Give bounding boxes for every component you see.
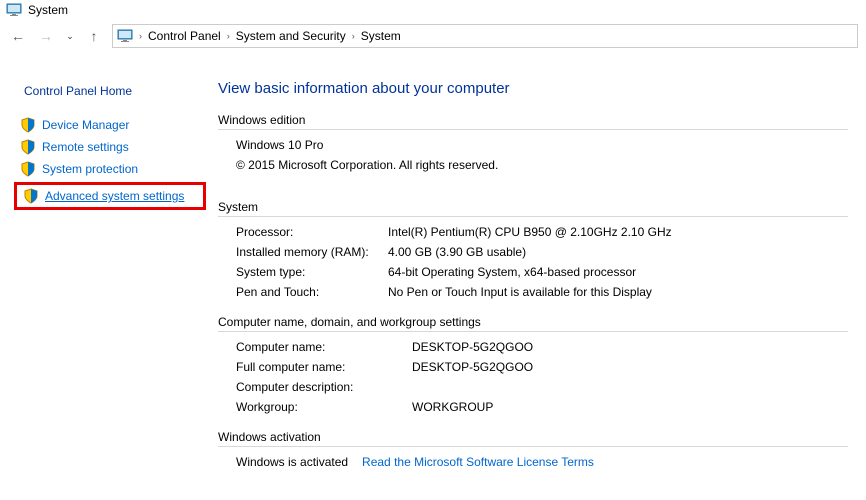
prop-label: Computer description: — [236, 380, 412, 394]
history-dropdown[interactable]: ⌄ — [64, 26, 76, 46]
breadcrumb[interactable]: Control Panel — [148, 29, 221, 43]
chevron-right-icon: › — [352, 31, 355, 41]
control-panel-home-link[interactable]: Control Panel Home — [14, 78, 206, 114]
section-activation: Windows activation Windows is activated … — [218, 430, 848, 469]
main-content: View basic information about your comput… — [206, 78, 866, 469]
chevron-down-icon: ⌄ — [66, 31, 74, 42]
prop-value: Intel(R) Pentium(R) CPU B950 @ 2.10GHz 2… — [388, 225, 848, 239]
sidebar-item-remote-settings[interactable]: Remote settings — [14, 136, 206, 158]
prop-row: System type: 64-bit Operating System, x6… — [218, 265, 848, 279]
sidebar-item-device-manager[interactable]: Device Manager — [14, 114, 206, 136]
page-title: View basic information about your comput… — [218, 80, 848, 97]
section-header: System — [218, 200, 848, 217]
prop-row: Computer name: DESKTOP-5G2QGOO — [218, 340, 848, 354]
section-header: Windows activation — [218, 430, 848, 447]
shield-icon — [20, 161, 36, 177]
license-terms-link[interactable]: Read the Microsoft Software License Term… — [362, 455, 594, 469]
nav-row: ← → ⌄ ↑ › Control Panel › System and Sec… — [0, 20, 866, 52]
prop-row: Installed memory (RAM): 4.00 GB (3.90 GB… — [218, 245, 848, 259]
prop-value: No Pen or Touch Input is available for t… — [388, 285, 848, 299]
prop-value — [412, 380, 848, 394]
section-header: Computer name, domain, and workgroup set… — [218, 315, 848, 332]
address-bar[interactable]: › Control Panel › System and Security › … — [112, 24, 858, 48]
prop-label: Computer name: — [236, 340, 412, 354]
shield-icon — [20, 117, 36, 133]
shield-icon — [20, 139, 36, 155]
window-title: System — [28, 3, 68, 17]
sidebar-item-label: Advanced system settings — [45, 189, 184, 203]
sidebar: Control Panel Home Device Manager Remote… — [0, 78, 206, 469]
system-icon — [6, 2, 22, 18]
forward-button[interactable]: → — [36, 26, 56, 46]
sidebar-item-label: Remote settings — [42, 140, 129, 154]
prop-label: Workgroup: — [236, 400, 412, 414]
shield-icon — [23, 188, 39, 204]
edition-name: Windows 10 Pro — [218, 138, 848, 152]
prop-row: Pen and Touch: No Pen or Touch Input is … — [218, 285, 848, 299]
prop-value: DESKTOP-5G2QGOO — [412, 340, 848, 354]
prop-row: Computer description: — [218, 380, 848, 394]
prop-row: Full computer name: DESKTOP-5G2QGOO — [218, 360, 848, 374]
section-windows-edition: Windows edition Windows 10 Pro © 2015 Mi… — [218, 113, 848, 172]
arrow-right-icon: → — [39, 29, 53, 43]
breadcrumb[interactable]: System — [361, 29, 401, 43]
prop-value: 4.00 GB (3.90 GB usable) — [388, 245, 848, 259]
content: Control Panel Home Device Manager Remote… — [0, 52, 866, 469]
prop-value: WORKGROUP — [412, 400, 848, 414]
prop-label: System type: — [236, 265, 388, 279]
chevron-right-icon: › — [139, 31, 142, 41]
prop-value: DESKTOP-5G2QGOO — [412, 360, 848, 374]
section-header: Windows edition — [218, 113, 848, 130]
prop-label: Processor: — [236, 225, 388, 239]
prop-row: Workgroup: WORKGROUP — [218, 400, 848, 414]
prop-label: Full computer name: — [236, 360, 412, 374]
prop-label: Pen and Touch: — [236, 285, 388, 299]
section-system: System Processor: Intel(R) Pentium(R) CP… — [218, 200, 848, 299]
chevron-right-icon: › — [227, 31, 230, 41]
activation-status: Windows is activated — [236, 455, 348, 469]
breadcrumb[interactable]: System and Security — [236, 29, 346, 43]
prop-row: Processor: Intel(R) Pentium(R) CPU B950 … — [218, 225, 848, 239]
prop-label: Installed memory (RAM): — [236, 245, 388, 259]
arrow-left-icon: ← — [11, 29, 25, 43]
arrow-up-icon: ↑ — [91, 29, 98, 43]
sidebar-item-system-protection[interactable]: System protection — [14, 158, 206, 180]
back-button[interactable]: ← — [8, 26, 28, 46]
edition-copyright: © 2015 Microsoft Corporation. All rights… — [218, 158, 848, 172]
system-icon — [117, 28, 133, 44]
prop-value: 64-bit Operating System, x64-based proce… — [388, 265, 848, 279]
section-computer-name: Computer name, domain, and workgroup set… — [218, 315, 848, 414]
sidebar-item-label: Device Manager — [42, 118, 129, 132]
up-button[interactable]: ↑ — [84, 26, 104, 46]
sidebar-item-advanced-system-settings[interactable]: Advanced system settings — [14, 182, 206, 210]
sidebar-item-label: System protection — [42, 162, 138, 176]
titlebar: System — [0, 0, 866, 20]
